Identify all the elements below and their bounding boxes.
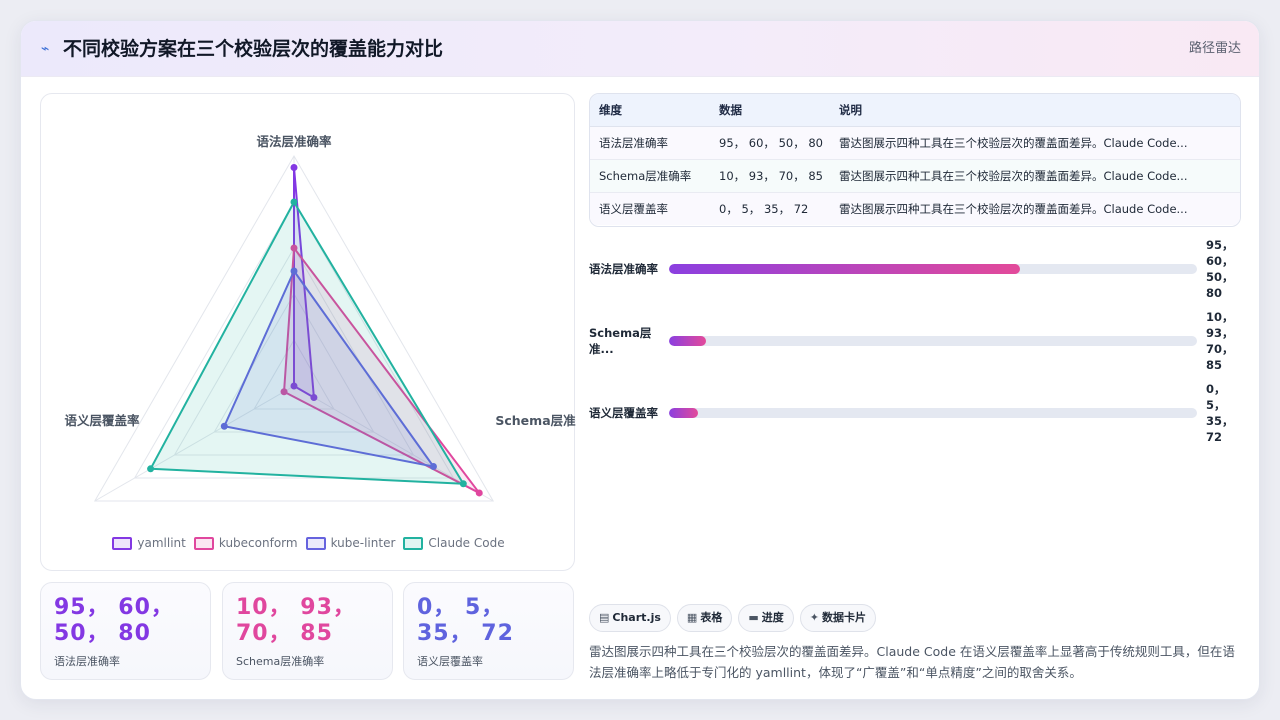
- progress-row-schema: Schema层准... 10， 93， 70， 85: [589, 310, 1249, 379]
- table-icon: ▦: [686, 611, 698, 624]
- cell-data: 10， 93， 70， 85: [710, 159, 830, 193]
- progress-track: [669, 336, 1197, 346]
- tag-data-card[interactable]: ✦ 数据卡片: [799, 604, 876, 632]
- column-header-dimension: 维度: [590, 94, 710, 127]
- legend-swatch: [403, 537, 424, 550]
- progress-fill: [669, 264, 1021, 274]
- view-mode-label[interactable]: 路径雷达: [1189, 40, 1241, 58]
- legend-item[interactable]: kubeconform: [193, 533, 298, 553]
- radar-axis-label: 语义层覆盖率: [64, 413, 140, 428]
- stat-label: 语义层覆盖率: [417, 655, 483, 668]
- radar-data-point: [290, 198, 298, 206]
- radar-data-point: [475, 489, 483, 497]
- tag-label: 进度: [761, 611, 784, 624]
- stat-label: 语法层准确率: [54, 655, 120, 668]
- radar-axis-label: 语法层准确率: [256, 134, 332, 149]
- progress-fill: [669, 336, 706, 346]
- progress-icon: ▬: [748, 611, 759, 624]
- chart-legend: yamllint kubeconform kube-linter Claude Cod…: [41, 532, 576, 552]
- activity-line-icon: ⌁: [41, 41, 50, 57]
- tag-label: 数据卡片: [821, 611, 866, 624]
- stat-value: 95， 60， 50， 80: [54, 595, 174, 646]
- progress-value: 10， 93， 70， 85: [1206, 310, 1234, 372]
- sparkle-icon: ✦: [809, 611, 819, 624]
- legend-swatch: [112, 537, 133, 550]
- stat-label: Schema层准确率: [236, 655, 325, 668]
- progress-row-syntax: 语法层准确率 95， 60， 50， 80: [589, 238, 1249, 307]
- progress-label: 语法层准确率: [589, 262, 658, 276]
- cell-note: 雷达图展示四种工具在三个校验层次的覆盖面差异。Claude Code...: [830, 126, 1240, 160]
- legend-label: Claude Code: [428, 536, 505, 550]
- legend-label: kube-linter: [330, 536, 396, 550]
- progress-track: [669, 408, 1197, 418]
- table-header-row: 维度 数据 说明: [590, 94, 1240, 127]
- dashboard-card: ⌁ 不同校验方案在三个校验层次的覆盖能力对比 路径雷达 语法层准确率 Schema…: [20, 20, 1260, 700]
- cell-note: 雷达图展示四种工具在三个校验层次的覆盖面差异。Claude Code...: [830, 192, 1240, 225]
- cell-data: 0， 5， 35， 72: [710, 192, 830, 225]
- progress-fill: [669, 408, 699, 418]
- stat-card-schema: 10， 93， 70， 85 Schema层准确率: [222, 582, 393, 680]
- tag-label: 表格: [700, 611, 723, 624]
- progress-label: Schema层准...: [589, 326, 652, 356]
- column-header-note: 说明: [830, 94, 1240, 127]
- radar-chart-panel: 语法层准确率 Schema层准确率 语义层覆盖率 yamllint kubeconfo…: [40, 93, 576, 571]
- progress-row-semantic: 语义层覆盖率 0， 5， 35， 72: [589, 382, 1249, 451]
- tag-label: Chart.js: [612, 611, 661, 624]
- legend-swatch: [305, 537, 326, 550]
- legend-swatch: [193, 537, 214, 550]
- table-row[interactable]: 语义层覆盖率 0， 5， 35， 72 雷达图展示四种工具在三个校验层次的覆盖面…: [590, 192, 1240, 225]
- tag-table[interactable]: ▦ 表格: [676, 604, 733, 632]
- stat-card-syntax: 95， 60， 50， 80 语法层准确率: [40, 582, 211, 680]
- tag-progress[interactable]: ▬ 进度: [738, 604, 794, 632]
- stat-value: 10， 93， 70， 85: [236, 595, 356, 646]
- legend-item[interactable]: yamllint: [112, 533, 186, 553]
- radar-chart: 语法层准确率 Schema层准确率 语义层覆盖率: [64, 134, 576, 502]
- legend-item[interactable]: kube-linter: [305, 533, 396, 553]
- legend-label: yamllint: [137, 536, 186, 550]
- cell-dimension: 语义层覆盖率: [590, 192, 710, 225]
- stat-value: 0， 5， 35， 72: [417, 595, 514, 646]
- tag-list: ▤ Chart.js ▦ 表格 ▬ 进度 ✦ 数据卡片: [589, 604, 882, 632]
- legend-label: kubeconform: [218, 536, 298, 550]
- header: ⌁ 不同校验方案在三个校验层次的覆盖能力对比 路径雷达: [21, 21, 1259, 77]
- radar-data-point: [290, 164, 298, 171]
- cell-data: 95， 60， 50， 80: [710, 126, 830, 160]
- summary-text: 雷达图展示四种工具在三个校验层次的覆盖面差异。Claude Code 在语义层覆…: [589, 644, 1235, 680]
- cell-dimension: Schema层准确率: [590, 159, 710, 193]
- page-title: 不同校验方案在三个校验层次的覆盖能力对比: [63, 38, 444, 60]
- data-table: 维度 数据 说明 语法层准确率 95， 60， 50， 80 雷达图展示四种工具…: [589, 93, 1241, 227]
- radar-series-area: [149, 201, 465, 485]
- stat-card-semantic: 0， 5， 35， 72 语义层覆盖率: [403, 582, 574, 680]
- radar-data-point: [147, 465, 155, 473]
- chart-icon: ▤: [599, 611, 610, 624]
- progress-value: 0， 5， 35， 72: [1206, 382, 1234, 444]
- radar-axis-label: Schema层准确率: [495, 413, 576, 428]
- progress-label: 语义层覆盖率: [589, 406, 658, 420]
- legend-item[interactable]: Claude Code: [403, 533, 505, 553]
- progress-value: 95， 60， 50， 80: [1206, 238, 1234, 300]
- column-header-data: 数据: [710, 94, 830, 127]
- table-row[interactable]: Schema层准确率 10， 93， 70， 85 雷达图展示四种工具在三个校验…: [590, 159, 1240, 193]
- cell-dimension: 语法层准确率: [590, 126, 710, 160]
- progress-track: [669, 264, 1197, 274]
- table-row[interactable]: 语法层准确率 95， 60， 50， 80 雷达图展示四种工具在三个校验层次的覆…: [590, 126, 1240, 160]
- cell-note: 雷达图展示四种工具在三个校验层次的覆盖面差异。Claude Code...: [830, 159, 1240, 193]
- radar-data-point: [459, 480, 467, 488]
- tag-chartjs[interactable]: ▤ Chart.js: [589, 604, 671, 632]
